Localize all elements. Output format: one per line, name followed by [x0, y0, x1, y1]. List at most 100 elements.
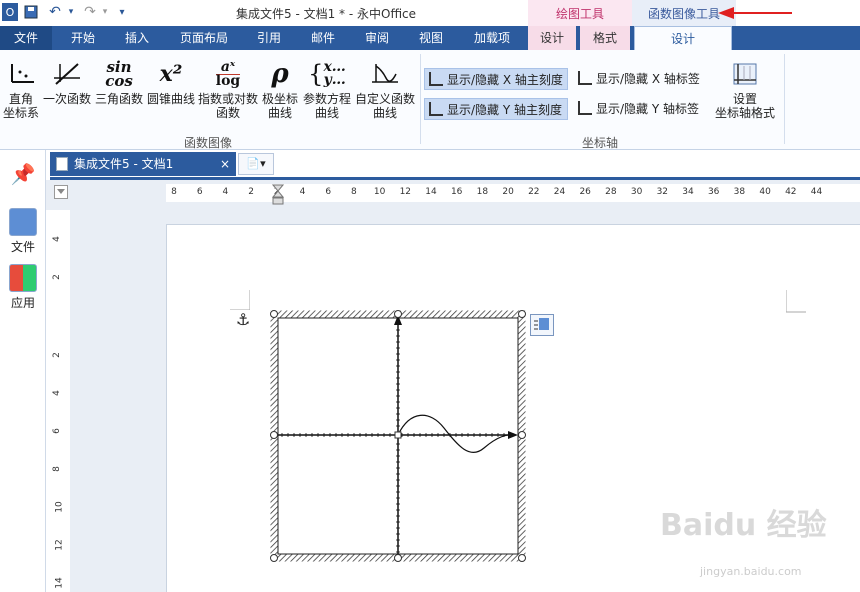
resize-handle[interactable]: [270, 431, 278, 439]
rectangular-coordinates-button[interactable]: 直角 坐标系: [2, 56, 40, 120]
polar-curve-button[interactable]: ρ 极坐标 曲线: [260, 56, 300, 120]
exp-log-function-button[interactable]: aˣ log 指数或对数 函数: [198, 56, 258, 121]
ribbon: 直角 坐标系 一次函数 sin cos 三角函数 x² 圆锥曲线 aˣ log 指数…: [0, 50, 860, 150]
ruler-number: 36: [707, 187, 720, 197]
resize-handle[interactable]: [394, 554, 402, 562]
trig-function-icon: sin cos: [105, 58, 133, 90]
save-icon[interactable]: [22, 3, 40, 21]
resize-handle[interactable]: [270, 554, 278, 562]
x-ticks-icon: [429, 72, 443, 86]
tab-drawing-format[interactable]: 格式: [580, 26, 630, 50]
left-panel-file[interactable]: 文件: [4, 208, 42, 255]
tab-addins[interactable]: 加载项: [466, 26, 518, 50]
anchor-icon[interactable]: ⚓: [236, 310, 250, 329]
ruler-number: 6: [325, 187, 332, 197]
exp-log-icon: aˣ log: [215, 58, 241, 89]
axis-format-button[interactable]: 设置 坐标轴格式: [712, 56, 778, 120]
function-group-label: 函数图像: [184, 136, 233, 150]
new-document-button[interactable]: 📄▾: [238, 153, 274, 175]
ruler-number: 2: [248, 187, 254, 197]
ruler-number: 18: [476, 187, 489, 197]
resize-handle[interactable]: [518, 431, 526, 439]
ruler-number: 10: [54, 501, 65, 513]
horizontal-ruler[interactable]: 8642246810121416182022242628303234363840…: [166, 184, 860, 202]
axis-group-label: 坐标轴: [582, 136, 619, 150]
linear-function-icon: [42, 56, 92, 92]
tab-review[interactable]: 审阅: [356, 26, 398, 50]
tab-page-layout[interactable]: 页面布局: [172, 26, 236, 50]
group-divider: [784, 54, 785, 144]
ruler-number: 6: [51, 428, 62, 434]
ruler-number: 12: [54, 539, 65, 551]
custom-function-curve-button[interactable]: 自定义函数 曲线: [354, 56, 416, 120]
ruler-number: 4: [51, 390, 62, 396]
ruler-number: 8: [51, 466, 62, 472]
resize-handle[interactable]: [518, 310, 526, 318]
tab-view[interactable]: 视图: [410, 26, 452, 50]
app-logo-icon[interactable]: O: [2, 3, 18, 21]
custom-function-icon: [354, 56, 416, 92]
parametric-curve-icon: {x… y…: [308, 59, 346, 88]
ruler-number: 4: [51, 236, 62, 242]
ruler-number: 28: [605, 187, 617, 197]
ruler-number: 38: [733, 187, 746, 197]
ruler-number: 2: [51, 274, 62, 280]
ruler-number: 44: [810, 187, 823, 197]
x-labels-icon: [578, 71, 592, 85]
parametric-curve-button[interactable]: {x… y… 参数方程 曲线: [302, 56, 352, 120]
vertical-ruler[interactable]: 4 2 2 4 6 8 10 12 14: [50, 222, 70, 592]
toggle-y-axis-labels-button[interactable]: 显示/隐藏 Y 轴标签: [574, 98, 708, 120]
title-bar: O ↶ ▾ ↷ ▾ ▾ 集成文件5 - 文档1 * - 永中Office 绘图工…: [0, 0, 860, 26]
tab-file[interactable]: 文件: [0, 26, 52, 50]
tab-drawing-design[interactable]: 设计: [528, 26, 576, 50]
left-panel-apps[interactable]: 应用: [4, 264, 42, 311]
tab-stop-selector[interactable]: [54, 185, 68, 199]
ruler-number: 34: [682, 187, 694, 197]
ruler-number: 4: [299, 187, 306, 197]
ruler-number: 40: [759, 187, 771, 197]
pin-icon[interactable]: 📌: [4, 162, 42, 186]
resize-handle[interactable]: [518, 554, 526, 562]
ruler-number: 8: [351, 187, 357, 197]
watermark-url: jingyan.baidu.com: [700, 565, 802, 578]
toggle-x-major-ticks-button[interactable]: 显示/隐藏 X 轴主刻度: [424, 68, 568, 90]
tab-home[interactable]: 开始: [58, 26, 108, 50]
ruler-number: 20: [502, 187, 514, 197]
trig-function-button[interactable]: sin cos 三角函数: [94, 56, 144, 107]
tab-mailings[interactable]: 邮件: [302, 26, 344, 50]
toggle-x-axis-labels-button[interactable]: 显示/隐藏 X 轴标签: [574, 68, 708, 90]
redo-icon[interactable]: ↷: [80, 3, 100, 21]
ruler-number: 16: [450, 187, 463, 197]
close-tab-icon[interactable]: ×: [220, 152, 230, 176]
page-margin-corner-left: [230, 290, 250, 310]
origin-handle[interactable]: [394, 431, 402, 439]
document-tab[interactable]: 集成文件5 - 文档1 ×: [50, 152, 236, 176]
layout-options-icon[interactable]: [530, 314, 554, 336]
resize-handle[interactable]: [270, 310, 278, 318]
contextual-tab-drawing-tools: 绘图工具: [528, 0, 632, 26]
ruler-number: 6: [196, 187, 203, 197]
group-divider: [420, 54, 421, 144]
ruler-number: 14: [54, 577, 65, 589]
conic-curve-button[interactable]: x² 圆锥曲线: [146, 56, 196, 106]
ruler-number: 22: [528, 187, 540, 197]
tab-insert[interactable]: 插入: [112, 26, 162, 50]
customize-toolbar-icon[interactable]: ▾: [116, 3, 128, 21]
y-ticks-icon: [429, 102, 443, 116]
toggle-y-major-ticks-button[interactable]: 显示/隐藏 Y 轴主刻度: [424, 98, 568, 120]
indent-marker-icon[interactable]: [272, 184, 284, 206]
page-margin-corner-right: [786, 290, 806, 313]
polar-curve-icon: ρ: [271, 59, 289, 89]
ruler-number: 32: [656, 187, 669, 197]
linear-function-button[interactable]: 一次函数: [42, 56, 92, 106]
function-graph-object[interactable]: [270, 310, 526, 562]
undo-icon[interactable]: ↶: [44, 3, 66, 21]
undo-dropdown-icon[interactable]: ▾: [66, 3, 76, 21]
ruler-number: 26: [579, 187, 591, 197]
redo-dropdown-icon[interactable]: ▾: [100, 3, 110, 21]
document-tab-bar: 集成文件5 - 文档1 × 📄▾: [46, 150, 860, 178]
tab-references[interactable]: 引用: [248, 26, 290, 50]
resize-handle[interactable]: [394, 310, 402, 318]
tab-function-design[interactable]: 设计: [634, 26, 732, 50]
ruler-number: 42: [785, 187, 797, 197]
